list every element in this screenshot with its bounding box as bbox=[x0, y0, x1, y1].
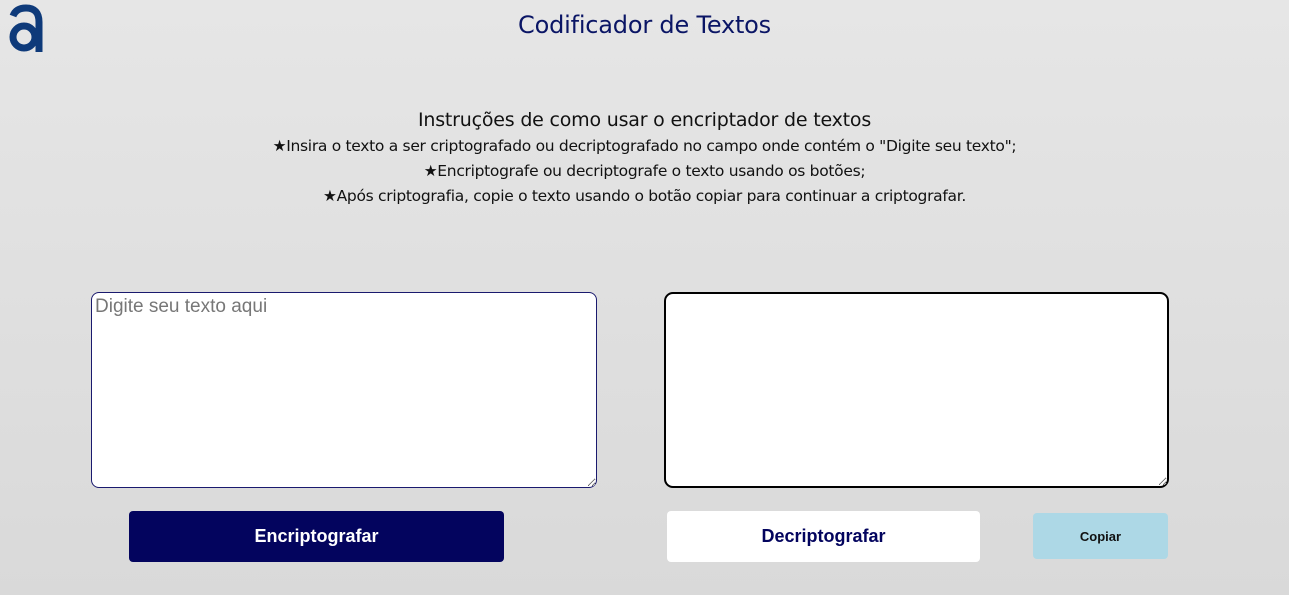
page-title: Codificador de Textos bbox=[518, 11, 771, 39]
result-output[interactable] bbox=[664, 292, 1169, 488]
instructions-section: Instruções de como usar o encriptador de… bbox=[0, 106, 1289, 209]
instruction-line-1: ★Insira o texto a ser criptografado ou d… bbox=[272, 137, 1017, 155]
instruction-line-2: ★Encriptografe ou decriptografe o texto … bbox=[423, 162, 866, 180]
encrypt-button[interactable]: Encriptografar bbox=[129, 511, 504, 562]
decrypt-button[interactable]: Decriptografar bbox=[667, 511, 980, 562]
copy-button[interactable]: Copiar bbox=[1033, 513, 1168, 559]
instructions-title: Instruções de como usar o encriptador de… bbox=[417, 109, 872, 131]
instruction-line-3: ★Após criptografia, copie o texto usando… bbox=[323, 187, 966, 205]
text-input[interactable] bbox=[91, 292, 597, 488]
